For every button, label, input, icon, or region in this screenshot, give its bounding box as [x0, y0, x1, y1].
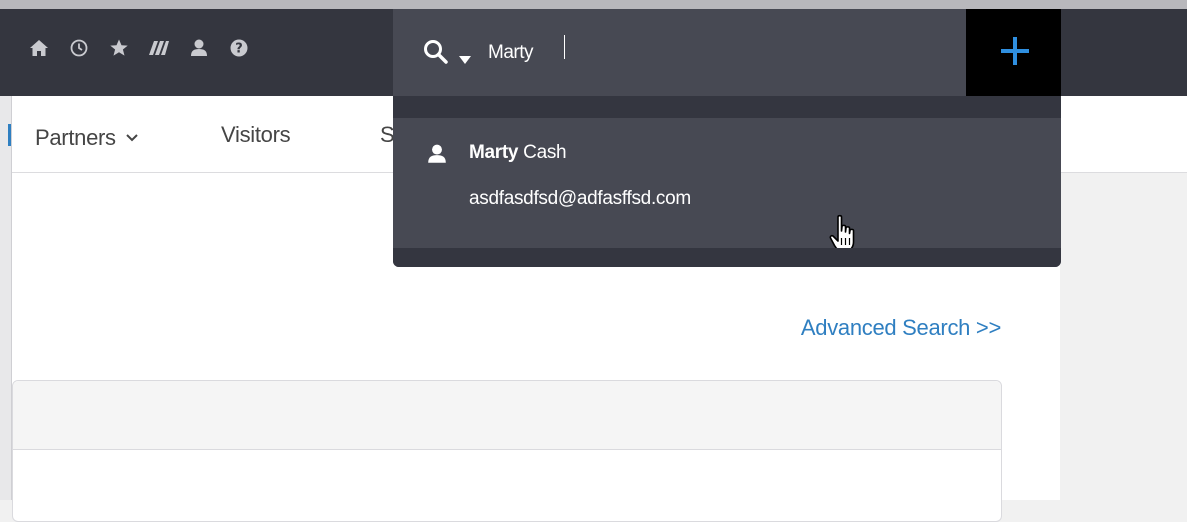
tickets-icon[interactable] [149, 38, 169, 58]
clock-icon[interactable] [69, 38, 89, 58]
search-icon[interactable] [423, 39, 449, 70]
result-name-rest: Cash [518, 142, 567, 163]
top-icon-group: ? [29, 30, 249, 66]
result-email: asdfasdfsd@adfasffsd.com [469, 188, 691, 209]
help-icon[interactable]: ? [229, 38, 249, 58]
search-results-dropdown: Marty Cash asdfasdfsd@adfasffsd.com [393, 96, 1061, 267]
search-bar[interactable] [393, 9, 966, 96]
add-button[interactable] [966, 9, 1061, 96]
plus-icon [1001, 37, 1029, 65]
nav-item-partners[interactable]: Partners [35, 122, 138, 151]
chevron-down-icon [126, 122, 138, 148]
left-sidebar-edge [0, 96, 12, 500]
search-result-item[interactable]: Marty Cash asdfasdfsd@adfasffsd.com [393, 118, 1061, 252]
advanced-search-link[interactable]: Advanced Search >> [801, 315, 1001, 341]
user-icon[interactable] [189, 38, 209, 58]
text-caret [564, 35, 565, 59]
svg-text:?: ? [235, 42, 243, 57]
user-icon [426, 143, 448, 170]
nav-active-marker [8, 124, 11, 146]
result-name-match: Marty [469, 142, 519, 163]
result-name: Marty Cash [469, 142, 567, 164]
nav-item-visitors[interactable]: Visitors [221, 122, 291, 148]
caret-down-icon[interactable] [459, 51, 471, 69]
home-icon[interactable] [29, 38, 49, 58]
nav-item-label: Partners [35, 125, 116, 150]
dropdown-top-band [393, 96, 1061, 118]
results-panel [12, 380, 1002, 522]
search-input[interactable] [488, 40, 888, 66]
star-icon[interactable] [109, 38, 129, 58]
panel-header [13, 381, 1001, 450]
dropdown-bottom-band [393, 248, 1061, 267]
